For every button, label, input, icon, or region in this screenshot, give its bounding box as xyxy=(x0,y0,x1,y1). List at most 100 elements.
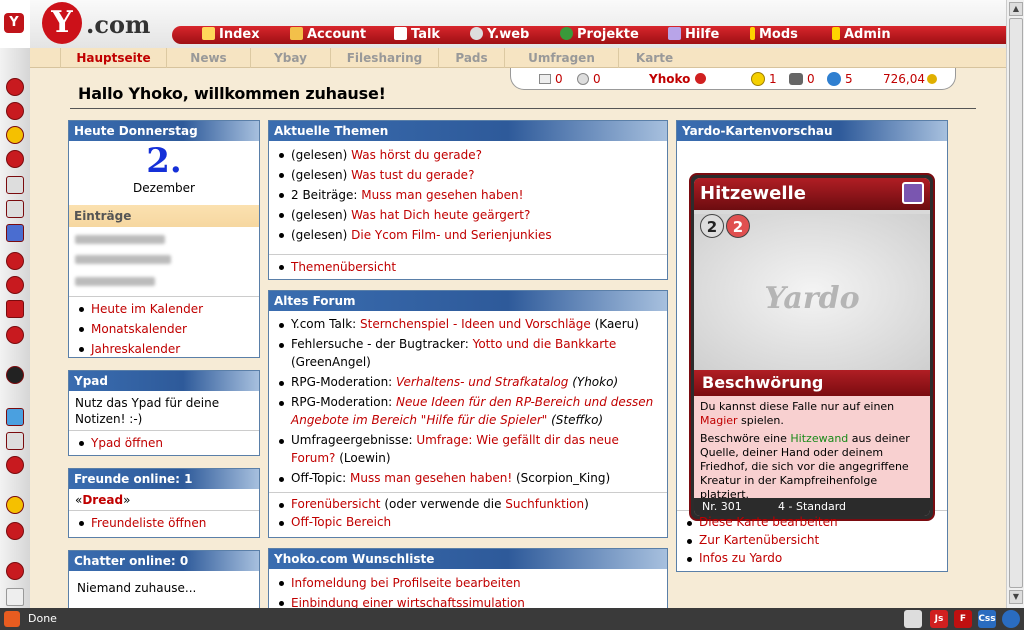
nav-hilfe[interactable]: Hilfe xyxy=(668,26,719,44)
page-icon[interactable] xyxy=(904,610,922,628)
nav-yweb[interactable]: Y.web xyxy=(470,26,529,44)
link-month-calendar[interactable]: Monatskalender xyxy=(75,319,253,339)
search-link[interactable]: Suchfunktion xyxy=(505,497,584,511)
rail-icon-1[interactable] xyxy=(6,78,24,96)
card-text-2: Beschwöre eine Hitzewand aus deiner Quel… xyxy=(700,432,924,502)
friendlist-open-link[interactable]: Freundeliste öffnen xyxy=(75,513,253,533)
yinyang-icon[interactable] xyxy=(6,366,24,384)
scroll-thumb[interactable] xyxy=(1009,18,1023,588)
rail-icon-16[interactable] xyxy=(6,496,24,514)
link-text[interactable]: Monatskalender xyxy=(91,322,187,336)
link-text[interactable]: Ypad öffnen xyxy=(91,436,163,450)
nav-mods[interactable]: Mods xyxy=(750,26,798,44)
link-text[interactable]: Infos zu Yardo xyxy=(699,551,782,565)
rail-icon-4[interactable] xyxy=(6,150,24,168)
tab-ybay[interactable]: Ybay xyxy=(250,48,330,68)
tab-karte[interactable]: Karte xyxy=(618,48,690,68)
forum-link[interactable]: Verhaltens- und Strafkatalog xyxy=(396,375,568,389)
star-icon[interactable] xyxy=(6,126,24,144)
link-text[interactable]: Jahreskalender xyxy=(91,342,180,356)
ypad-links: Ypad öffnen xyxy=(69,431,259,457)
card-overview-link[interactable]: Zur Kartenübersicht xyxy=(683,531,941,549)
css-button[interactable]: Css xyxy=(978,610,996,628)
mail-icon[interactable] xyxy=(539,74,551,84)
nav-index[interactable]: Index xyxy=(202,26,260,44)
rail-icon-11[interactable] xyxy=(6,326,24,344)
book-icon[interactable] xyxy=(6,300,24,318)
window-icon[interactable] xyxy=(6,224,24,242)
link-today-calendar[interactable]: Heute im Kalender xyxy=(75,299,253,319)
topic-link[interactable]: Was hat Dich heute geärgert? xyxy=(351,208,530,222)
forum-link[interactable]: Sternchenspiel - Ideen und Vorschläge xyxy=(360,317,591,331)
link-text[interactable]: Themenübersicht xyxy=(291,260,396,274)
date-day: 2. xyxy=(146,141,182,181)
link-text[interactable]: Diese Karte bearbeiten xyxy=(699,515,838,529)
link-year-calendar[interactable]: Jahreskalender xyxy=(75,339,253,359)
nav-talk[interactable]: Talk xyxy=(394,26,440,44)
ypad-open-link[interactable]: Ypad öffnen xyxy=(75,433,253,453)
wishlist-item[interactable]: Infomeldung bei Profilseite bearbeiten xyxy=(275,573,661,593)
nav-label: Mods xyxy=(759,27,798,42)
offtopic-link[interactable]: Off-Topic Bereich xyxy=(275,513,661,531)
nav-projekte[interactable]: Projekte xyxy=(560,26,639,44)
topic-link[interactable]: Muss man gesehen haben! xyxy=(361,188,523,202)
rail-icon-2[interactable] xyxy=(6,102,24,120)
world-icon[interactable] xyxy=(827,72,841,86)
forum-author: (Yhoko) xyxy=(568,375,619,389)
card-keyword: Hitzewand xyxy=(790,432,849,445)
info-icon[interactable] xyxy=(577,73,589,85)
wishlist-list: Infomeldung bei Profilseite bearbeiten E… xyxy=(269,569,667,608)
scroll-down-icon[interactable]: ▼ xyxy=(1009,590,1023,604)
calendar-icon[interactable] xyxy=(6,200,24,218)
flash-button[interactable]: F xyxy=(954,610,972,628)
tab-filesharing[interactable]: Filesharing xyxy=(330,48,438,68)
topics-overview-link[interactable]: Themenübersicht xyxy=(275,257,661,277)
link-text[interactable]: Infomeldung bei Profilseite bearbeiten xyxy=(291,576,521,590)
minimize-icon[interactable] xyxy=(6,588,24,606)
rail-icon-17[interactable] xyxy=(6,522,24,540)
notepad-icon[interactable] xyxy=(6,176,24,194)
link-text[interactable]: Off-Topic Bereich xyxy=(291,515,391,529)
checklist-icon[interactable] xyxy=(6,432,24,450)
username[interactable]: Yhoko xyxy=(649,72,690,86)
topic-link[interactable]: Die Ycom Film- und Serienjunkies xyxy=(351,228,551,242)
forum-link[interactable]: Yotto und die Bankkarte xyxy=(473,337,617,351)
logout-icon[interactable] xyxy=(695,73,706,84)
tab-news[interactable]: News xyxy=(166,48,250,68)
forum-item: Fehlersuche - der Bugtracker: Yotto und … xyxy=(275,335,661,371)
vertical-scrollbar[interactable]: ▲ ▼ xyxy=(1006,0,1024,608)
scroll-up-icon[interactable]: ▲ xyxy=(1009,2,1023,16)
card-text-1: Du kannst diese Falle nur auf einen Magi… xyxy=(700,400,924,428)
yardo-links: Diese Karte bearbeiten Zur Kartenübersic… xyxy=(677,511,947,571)
yardo-info-link[interactable]: Infos zu Yardo xyxy=(683,549,941,567)
forum-overview-link[interactable]: Forenübersicht xyxy=(291,497,381,511)
link-text[interactable]: Heute im Kalender xyxy=(91,302,203,316)
topic-link[interactable]: Was tust du gerade? xyxy=(351,168,474,182)
link-text[interactable]: Zur Kartenübersicht xyxy=(699,533,819,547)
link-text[interactable]: Freundeliste öffnen xyxy=(91,516,206,530)
globe-icon[interactable] xyxy=(1002,610,1020,628)
friend-name-link[interactable]: Dread xyxy=(82,493,123,507)
edit-icon[interactable] xyxy=(6,408,24,426)
edit-card-link[interactable]: Diese Karte bearbeiten xyxy=(683,513,941,531)
js-button[interactable]: Js xyxy=(930,610,948,628)
rail-icon-8[interactable] xyxy=(6,252,24,270)
nav-account[interactable]: Account xyxy=(290,26,366,44)
forum-link[interactable]: Muss man gesehen haben! xyxy=(350,471,512,485)
wishlist-item[interactable]: Einbindung einer wirtschaftssimulation xyxy=(275,593,661,608)
comment-icon[interactable] xyxy=(789,73,803,85)
tab-hauptseite[interactable]: Hauptseite xyxy=(60,48,166,68)
tab-pads[interactable]: Pads xyxy=(438,48,504,68)
topic-link[interactable]: Was hörst du gerade? xyxy=(351,148,482,162)
rail-icon-9[interactable] xyxy=(6,276,24,294)
tab-umfragen[interactable]: Umfragen xyxy=(504,48,618,68)
smiley-count: 1 xyxy=(769,72,777,86)
smiley-icon[interactable] xyxy=(751,72,765,86)
link-text[interactable]: Einbindung einer wirtschaftssimulation xyxy=(291,596,525,608)
help-circle-icon[interactable] xyxy=(6,562,24,580)
nav-admin[interactable]: Admin xyxy=(832,26,891,44)
site-logo[interactable]: Y .com xyxy=(40,2,170,44)
yardo-card[interactable]: Hitzewelle Yardo 2 2 Beschwörung Du kann… xyxy=(689,173,935,521)
rail-icon-15[interactable] xyxy=(6,456,24,474)
panel-title: Heute Donnerstag xyxy=(69,121,259,141)
